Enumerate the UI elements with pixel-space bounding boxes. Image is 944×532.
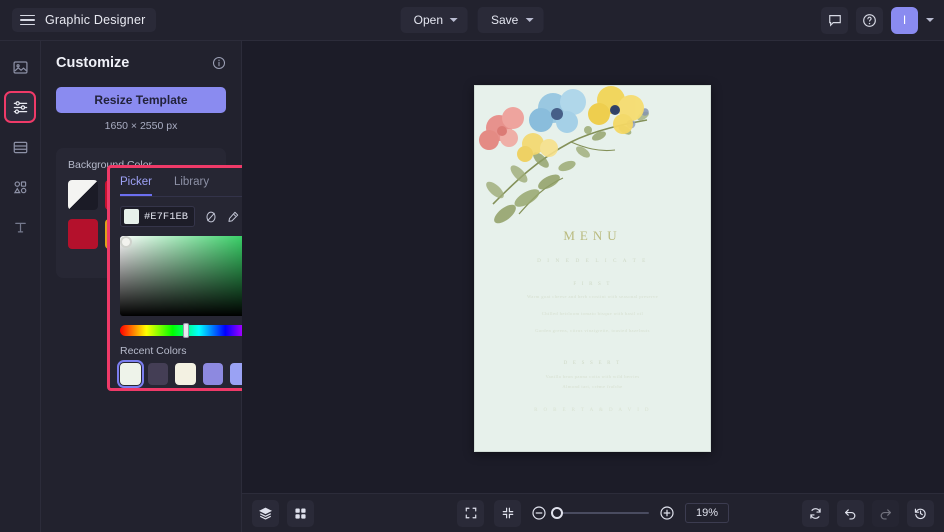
top-center-actions: Open Save xyxy=(400,7,544,33)
floral-illustration xyxy=(479,86,649,224)
help-icon xyxy=(863,13,876,27)
chevron-down-icon xyxy=(525,18,534,22)
undo-icon xyxy=(845,508,856,520)
tab-library[interactable]: Library xyxy=(174,176,209,196)
recent-color-swatch[interactable] xyxy=(175,363,196,385)
text-icon xyxy=(14,222,26,232)
layers-icon xyxy=(258,507,273,519)
zoom-level-value: 19% xyxy=(695,507,719,519)
shapes-icon xyxy=(13,180,26,193)
avatar-initial: I xyxy=(902,13,907,27)
layout-icon xyxy=(13,141,27,153)
comment-button[interactable] xyxy=(821,6,848,34)
chevron-down-icon xyxy=(450,18,458,22)
resize-template-label: Resize Template xyxy=(94,93,188,107)
zoom-controls: 19% xyxy=(457,499,729,527)
hex-input[interactable]: #E7F1EB xyxy=(120,206,196,227)
recent-color-swatch[interactable] xyxy=(147,363,168,385)
rail-item-customize[interactable] xyxy=(4,91,36,123)
redo-icon xyxy=(880,508,891,520)
grid-icon xyxy=(295,507,306,519)
swatch-custom[interactable] xyxy=(68,180,98,210)
bottom-bar: 19% xyxy=(242,493,944,532)
top-bar: Graphic Designer Open Save I xyxy=(0,0,944,41)
app-menu-button[interactable]: Graphic Designer xyxy=(12,8,157,32)
canvas-body-line: Garden greens, citrus vinaigrette, toast… xyxy=(535,328,650,333)
undo-button[interactable] xyxy=(837,499,864,527)
left-rail xyxy=(0,41,41,532)
design-canvas[interactable]: MENU D I N E D E L I C A T E F I R S T W… xyxy=(474,85,711,452)
canvas-section-heading: F I R S T xyxy=(573,282,612,287)
hue-slider-handle[interactable] xyxy=(183,323,190,338)
canvas-title: MENU xyxy=(563,228,622,243)
sliders-icon xyxy=(13,100,27,114)
panel-header: Customize xyxy=(56,55,226,71)
bottom-right-tools xyxy=(802,499,934,527)
open-label: Open xyxy=(413,13,443,27)
no-color-icon[interactable] xyxy=(204,210,218,224)
history-button[interactable] xyxy=(907,499,934,527)
template-dimensions: 1650 × 2550 px xyxy=(104,120,178,132)
canvas-body-line: Warm goat cheese and herb crostini with … xyxy=(526,294,659,299)
resize-template-button[interactable]: Resize Template xyxy=(56,87,226,113)
recent-color-swatch[interactable] xyxy=(117,360,144,388)
refresh-button[interactable] xyxy=(802,499,829,527)
page-title: Customize xyxy=(56,55,130,71)
avatar[interactable]: I xyxy=(891,6,918,34)
swatch-crimson[interactable] xyxy=(68,219,98,249)
rail-item-shapes[interactable] xyxy=(6,173,34,201)
grid-button[interactable] xyxy=(287,499,314,527)
bottom-left-tools xyxy=(252,499,314,527)
fullscreen-button[interactable] xyxy=(457,499,484,527)
open-button[interactable]: Open xyxy=(400,7,468,33)
current-color-swatch xyxy=(124,209,139,224)
canvas-body-line: Almond tart, crème fraîche xyxy=(562,384,623,389)
hex-value: #E7F1EB xyxy=(144,210,189,223)
canvas-footer: R O B E R T A & D A V I D xyxy=(534,408,651,413)
rail-item-image[interactable] xyxy=(6,53,34,81)
image-icon xyxy=(12,60,28,74)
app-title: Graphic Designer xyxy=(45,13,146,27)
top-right-actions: I xyxy=(821,6,934,34)
canvas-subtitle: D I N E D E L I C A T E xyxy=(537,258,648,264)
refresh-icon xyxy=(810,507,821,519)
zoom-level-input[interactable]: 19% xyxy=(685,503,729,523)
rail-item-layout[interactable] xyxy=(6,133,34,161)
tab-picker[interactable]: Picker xyxy=(120,176,152,196)
fullscreen-icon xyxy=(465,507,476,519)
canvas-body-line: Chilled heirloom tomato bisque with basi… xyxy=(541,311,644,316)
layers-button[interactable] xyxy=(252,499,279,527)
fit-to-screen-button[interactable] xyxy=(494,499,521,527)
hamburger-icon[interactable] xyxy=(20,14,35,26)
zoom-slider[interactable] xyxy=(551,507,649,519)
zoom-in-button[interactable] xyxy=(659,505,675,521)
redo-button[interactable] xyxy=(872,499,899,527)
fit-to-screen-icon xyxy=(502,507,513,519)
history-icon xyxy=(914,508,926,519)
eyedropper-icon[interactable] xyxy=(226,210,240,224)
zoom-slider-handle[interactable] xyxy=(551,507,563,519)
canvas-body-line: Vanilla bean panna cotta with wild berri… xyxy=(545,374,640,379)
app-window: Graphic Designer Open Save I Customize R… xyxy=(0,0,944,532)
canvas-workspace[interactable]: MENU D I N E D E L I C A T E F I R S T W… xyxy=(242,41,944,493)
saturation-value-handle[interactable] xyxy=(120,236,132,248)
info-icon[interactable] xyxy=(212,56,226,70)
account-chevron-down-icon[interactable] xyxy=(926,18,934,22)
rail-item-text[interactable] xyxy=(6,213,34,241)
save-button[interactable]: Save xyxy=(478,7,544,33)
comment-icon xyxy=(828,15,841,27)
save-label: Save xyxy=(491,13,519,27)
help-button[interactable] xyxy=(856,6,883,34)
canvas-section-heading: D E S S E R T xyxy=(563,361,622,366)
zoom-out-button[interactable] xyxy=(531,505,547,521)
recent-color-swatch[interactable] xyxy=(202,363,223,385)
